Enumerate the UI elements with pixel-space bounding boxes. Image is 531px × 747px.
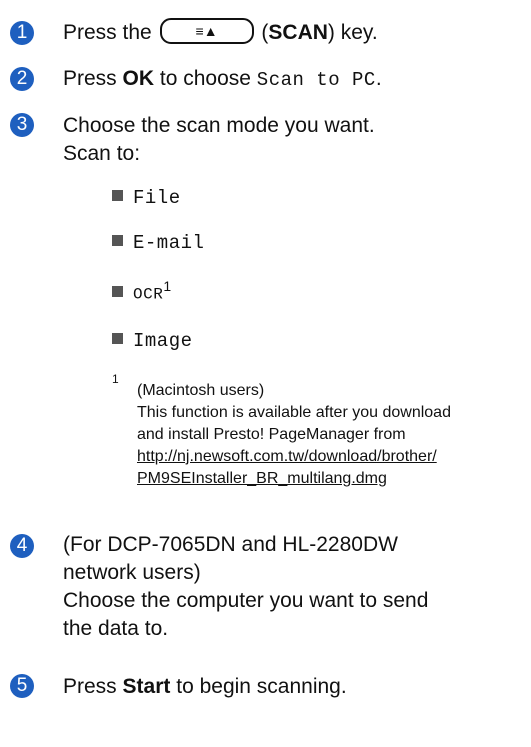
step-4-line-1: (For DCP-7065DN and HL-2280DW	[63, 533, 398, 556]
step-1-post: key.	[340, 21, 378, 44]
bullet-square-icon	[112, 190, 123, 202]
list-item-email: E-mail	[112, 231, 204, 255]
step-4-line-4: the data to.	[63, 617, 169, 640]
start-key-name: Start	[122, 675, 171, 698]
step-5-pre: Press	[63, 675, 117, 698]
ok-key-name: OK	[122, 67, 155, 90]
ocr-footnote-mark: 1	[163, 278, 172, 294]
step-2-text: Press OK to choose Scan to PC.	[63, 65, 382, 94]
footnote-link-1[interactable]: http://nj.newsoft.com.tw/download/brothe…	[137, 446, 437, 467]
option-file: File	[133, 187, 181, 209]
step-3-badge: 3	[10, 113, 34, 137]
scan-key-icon: ≡▲	[159, 18, 254, 45]
step-3-line-1: Choose the scan mode you want.	[63, 114, 375, 137]
step-2-mid: to choose	[159, 67, 251, 90]
step-3-line-2: Scan to:	[63, 142, 141, 165]
step-1-badge: 1	[10, 21, 34, 45]
footnote-line-1: (Macintosh users)	[137, 382, 265, 399]
step-5-badge: 5	[10, 674, 34, 698]
step-2-pre: Press	[63, 67, 117, 90]
list-item-image: Image	[112, 329, 193, 353]
footnote-mark: 1	[112, 372, 119, 386]
step-5-post: to begin scanning.	[176, 675, 347, 698]
footnote-link-2[interactable]: PM9SEInstaller_BR_multilang.dmg	[137, 468, 387, 489]
option-ocr: OCR	[133, 285, 164, 304]
step-5-text: Press Start to begin scanning.	[63, 673, 347, 700]
list-item-file: File	[112, 186, 181, 210]
bullet-square-icon	[112, 285, 123, 297]
step-2-badge: 2	[10, 67, 34, 91]
bullet-square-icon	[112, 235, 123, 247]
step-4-line-2: network users)	[63, 561, 201, 584]
list-item-ocr: OCR1	[112, 274, 171, 306]
scan-to-pc-option: Scan to PC	[256, 69, 376, 91]
step-4-line-3: Choose the computer you want to send	[63, 589, 429, 612]
step-2-post: .	[375, 67, 382, 90]
step-1-pre: Press the	[63, 21, 152, 44]
footnote-line-2: This function is available after you dow…	[137, 404, 451, 421]
step-1-text: Press the ≡▲ (SCAN) key.	[63, 18, 378, 46]
scan-key-name: SCAN	[268, 21, 328, 44]
footnote-line-3: and install Presto! PageManager from	[137, 426, 406, 443]
bullet-square-icon	[112, 333, 123, 345]
option-email: E-mail	[133, 232, 205, 254]
option-image: Image	[133, 330, 193, 352]
step-4-badge: 4	[10, 534, 34, 558]
